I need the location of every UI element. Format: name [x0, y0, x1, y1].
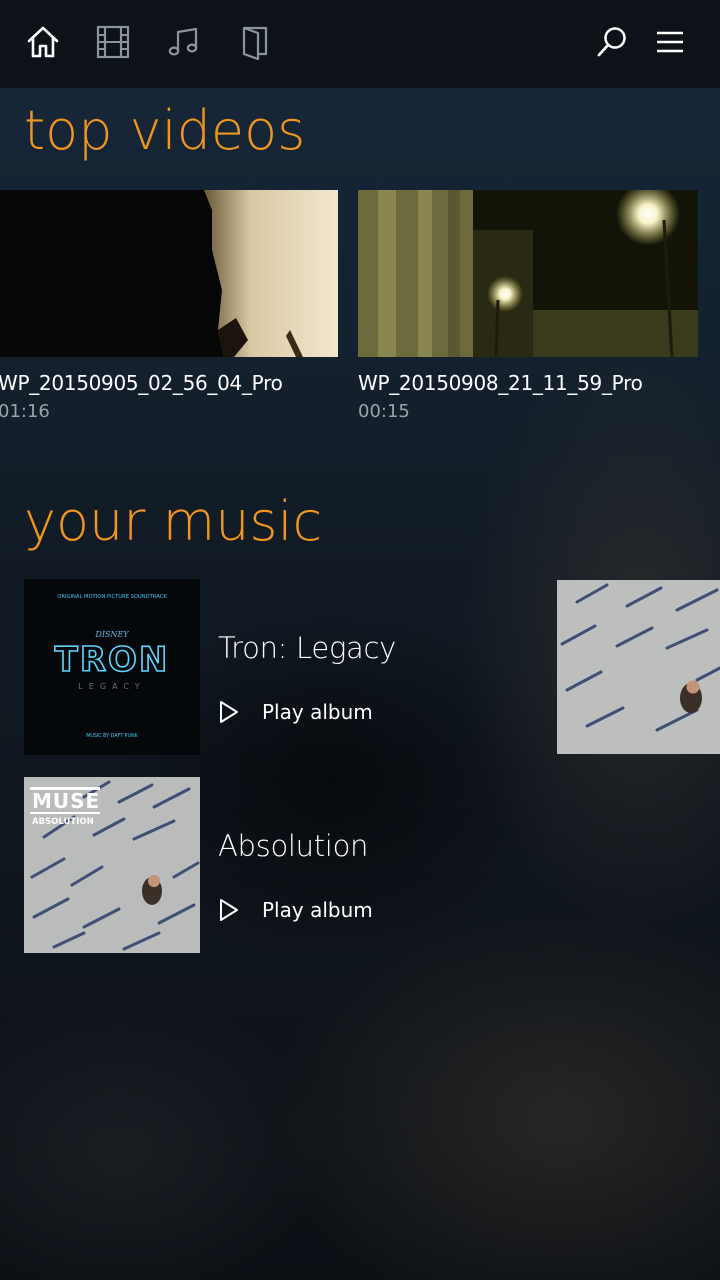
svg-text:MUSE: MUSE — [32, 789, 100, 813]
video-duration: 00:15 — [358, 401, 410, 422]
your-music-title: your music — [24, 490, 323, 553]
video-card[interactable]: WP_20150908_21_11_59_Pro 00:15 — [358, 190, 698, 422]
search-icon[interactable] — [592, 22, 632, 62]
album-item[interactable]: MUSE ABSOLUTION Absolution Play album — [24, 777, 524, 953]
video-list: WP_20150905_02_56_04_Pro 01:16 WP_201509… — [0, 190, 720, 430]
home-icon[interactable] — [23, 22, 63, 62]
video-card[interactable]: WP_20150905_02_56_04_Pro 01:16 — [0, 190, 338, 422]
album-title[interactable]: Absolution — [218, 829, 368, 863]
top-videos-title: top videos — [24, 99, 306, 162]
video-icon[interactable] — [93, 22, 133, 62]
video-duration: 01:16 — [0, 401, 50, 422]
album-title[interactable]: Tron: Legacy — [218, 631, 396, 665]
video-title: WP_20150908_21_11_59_Pro — [358, 371, 643, 395]
music-icon[interactable] — [163, 22, 203, 62]
svg-text:LEGACY: LEGACY — [78, 682, 145, 691]
file-explorer-icon[interactable] — [234, 22, 274, 62]
svg-text:MUSIC BY DAFT PUNK: MUSIC BY DAFT PUNK — [86, 733, 138, 739]
album-cover-tron[interactable]: ORIGINAL MOTION PICTURE SOUNDTRACK DISNE… — [24, 579, 200, 755]
svg-text:DISNEY: DISNEY — [94, 630, 129, 639]
play-album-button[interactable]: Play album — [218, 697, 373, 727]
video-thumbnail[interactable] — [0, 190, 338, 357]
play-album-button[interactable]: Play album — [218, 895, 373, 925]
top-app-bar — [0, 0, 720, 88]
video-title: WP_20150905_02_56_04_Pro — [0, 371, 283, 395]
svg-text:ABSOLUTION: ABSOLUTION — [32, 817, 94, 827]
app-root: top videos WP_20150905_02_56_04_Pro 01:1… — [0, 0, 720, 1280]
play-album-label: Play album — [262, 898, 373, 922]
album-cover-absolution[interactable]: MUSE ABSOLUTION — [24, 777, 200, 953]
video-thumbnail[interactable] — [358, 190, 698, 357]
svg-text:ORIGINAL MOTION PICTURE SOUNDT: ORIGINAL MOTION PICTURE SOUNDTRACK — [57, 594, 167, 600]
svg-text:TRON: TRON — [55, 640, 170, 680]
play-icon — [218, 700, 254, 724]
play-album-label: Play album — [262, 700, 373, 724]
menu-icon[interactable] — [650, 22, 690, 62]
album-item[interactable]: ORIGINAL MOTION PICTURE SOUNDTRACK DISNE… — [24, 579, 524, 755]
play-icon — [218, 898, 254, 922]
album-cover-peek[interactable] — [557, 580, 720, 754]
